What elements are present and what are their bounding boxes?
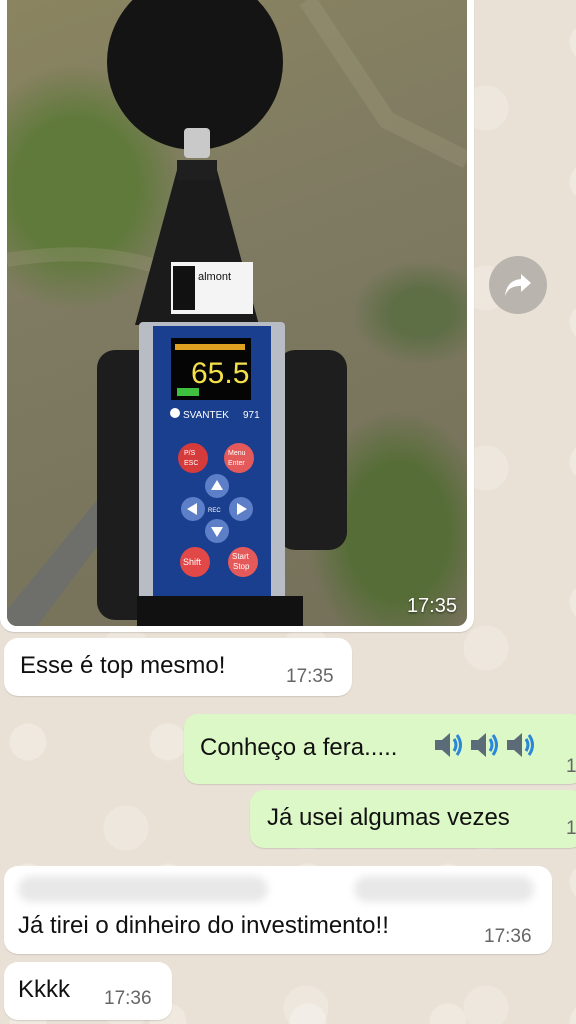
sound-meter-illustration: almont 65.5 SVANTEK 971 P/S ESC Menu Ent… xyxy=(7,0,467,626)
message-bubble-outgoing[interactable]: Conheço a fera..... 1 xyxy=(184,714,576,784)
speaker-icon xyxy=(471,733,498,757)
meter-btn-stop: Stop xyxy=(233,562,250,571)
speaker-emojis xyxy=(430,728,538,762)
message-bubble-incoming[interactable]: Já tirei o dinheiro do investimento!! 17… xyxy=(4,866,552,954)
sound-meter-photo[interactable]: almont 65.5 SVANTEK 971 P/S ESC Menu Ent… xyxy=(7,0,467,626)
message-text: Já tirei o dinheiro do investimento!! xyxy=(18,912,389,939)
message-text: Já usei algumas vezes xyxy=(267,804,510,831)
photo-timestamp: 17:35 xyxy=(406,595,457,617)
meter-btn-esc: ESC xyxy=(184,460,198,467)
meter-model: 971 xyxy=(243,410,260,421)
meter-logo: almont xyxy=(198,271,231,283)
image-message-bubble[interactable]: almont 65.5 SVANTEK 971 P/S ESC Menu Ent… xyxy=(0,0,474,632)
message-bubble-outgoing[interactable]: Já usei algumas vezes 1 xyxy=(250,790,576,848)
message-bubble-incoming[interactable]: Kkkk 17:36 xyxy=(4,962,172,1020)
forward-button[interactable] xyxy=(489,256,547,314)
message-text: Conheço a fera..... xyxy=(200,734,398,761)
forward-arrow-icon xyxy=(505,274,531,296)
message-time: 17:36 xyxy=(484,926,532,947)
message-bubble-incoming[interactable]: Esse é top mesmo! 17:35 xyxy=(4,638,352,696)
meter-reading: 65.5 xyxy=(191,357,249,390)
meter-brand: SVANTEK xyxy=(183,410,229,421)
message-time: 17:36 xyxy=(104,988,152,1009)
speaker-icon xyxy=(435,733,462,757)
speaker-icon xyxy=(507,733,534,757)
blurred-quote xyxy=(354,876,534,902)
message-time: 1 xyxy=(566,756,576,777)
meter-btn-shift: Shift xyxy=(183,557,202,567)
message-time: 17:35 xyxy=(286,666,334,687)
meter-btn-menu: Menu xyxy=(228,450,246,457)
message-text: Kkkk xyxy=(18,976,71,1003)
meter-rec-label: REC xyxy=(208,508,221,514)
meter-btn-enter: Enter xyxy=(228,460,245,467)
blurred-quote xyxy=(18,876,268,902)
meter-btn-ps: P/S xyxy=(184,450,196,457)
meter-btn-start: Start xyxy=(232,552,250,561)
message-time: 1 xyxy=(566,818,576,839)
message-text: Esse é top mesmo! xyxy=(20,652,226,679)
